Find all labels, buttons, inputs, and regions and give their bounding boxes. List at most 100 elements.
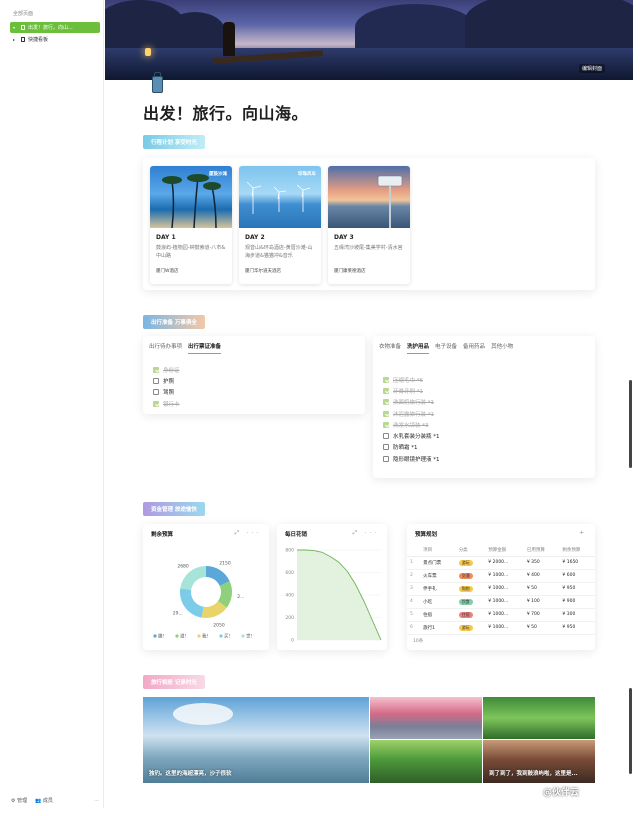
checkbox[interactable] <box>383 387 389 394</box>
checklist-item[interactable]: 洗发水袋装 *3 <box>373 419 595 430</box>
column-header: 分类 <box>455 544 486 557</box>
table-cell: 游玩 <box>455 621 486 635</box>
donut-slice[interactable] <box>180 566 206 590</box>
widget-actions-icon[interactable]: ⤢ ··· <box>235 530 261 538</box>
checkbox[interactable] <box>383 444 389 451</box>
checklist-item[interactable]: 沐浴露旅行装 *1 <box>373 408 595 419</box>
table-row[interactable]: 1 景点门票 游玩 ¥ 2000... ¥ 350 ¥ 1650 <box>407 556 595 570</box>
prep-card-right: 衣物准备 洗护用品 电子设备 备用药品 其他小物 压缩毛巾 *6 牙膏牙刷 *1… <box>373 336 595 478</box>
photo-garden[interactable] <box>483 697 595 739</box>
table-cell: ¥ 2000... <box>485 556 524 570</box>
donut-slice[interactable] <box>206 566 230 586</box>
checklist-item[interactable]: 隐形眼镜护理液 *1 <box>373 453 595 464</box>
scrollbar[interactable] <box>629 380 632 468</box>
app-window: 全部页面 ▾ 出发！旅行。向山... ▸ 快捷看板 ⚙ 管理 👥 成员 ··· <box>0 0 640 816</box>
donut-slice[interactable] <box>180 588 204 618</box>
legend-marker <box>241 634 245 638</box>
column-header: 预算金额 <box>485 544 524 557</box>
tab-todo[interactable]: 出行待办事项 <box>149 342 182 354</box>
widget-actions-icon[interactable]: ⤢ ··· <box>353 530 379 538</box>
table-row[interactable]: 5 住宿 住宿 ¥ 1000... ¥ 700 ¥ 300 <box>407 608 595 622</box>
sidebar-item-travel-page[interactable]: ▾ 出发！旅行。向山... <box>10 22 100 33</box>
photo-village[interactable] <box>370 740 482 783</box>
y-tick-label: 600 <box>285 570 294 576</box>
members-button[interactable]: 👥 成员 <box>35 797 53 804</box>
page-title: 出发！旅行。向山海。 <box>143 104 309 123</box>
y-tick-label: 400 <box>285 593 294 599</box>
table-cell: ¥ 350 <box>523 556 560 570</box>
checklist-item[interactable]: 水乳套装分装瓶 *1 <box>373 430 595 441</box>
chevron-right-icon[interactable]: ▸ <box>13 37 18 42</box>
checkbox[interactable] <box>383 433 389 440</box>
table-row[interactable]: 3 伴手礼 购物 ¥ 1000... ¥ 50 ¥ 950 <box>407 582 595 596</box>
checkbox[interactable] <box>383 410 389 417</box>
section-label-budget: 资金管理 旅途愉快 <box>143 502 205 516</box>
y-tick-label: 200 <box>285 615 294 621</box>
edit-cover-button[interactable]: 编辑封面 <box>578 64 605 73</box>
checkbox[interactable] <box>383 399 389 406</box>
day-hotel: 厦门华尔道夫酒店 <box>245 269 281 274</box>
manage-button[interactable]: ⚙ 管理 <box>11 797 27 804</box>
checkbox[interactable] <box>153 400 159 407</box>
day-card-3[interactable]: DAY 3 五缘湾沙坡尾-集美学村-清水宫 厦门康莱德酒店 <box>328 166 410 284</box>
photo-sea[interactable]: 独钓。这里的海超漂亮，沙子很软 <box>143 697 369 783</box>
checkbox[interactable] <box>153 366 159 373</box>
table-cell: 2 <box>407 569 421 583</box>
photo-caption: 到了到了，我到鼓浪屿啦，这里是... <box>489 771 578 777</box>
legend-label: 膳! <box>158 633 164 640</box>
slice-label: 29... <box>173 611 183 617</box>
column-header: 剩余预算 <box>559 544 595 557</box>
table-cell: 购物 <box>455 582 486 596</box>
section-label-itinerary: 行程计划 享受时光 <box>143 135 205 149</box>
tab-clothes[interactable]: 衣物准备 <box>379 342 401 354</box>
checklist-item[interactable]: 洗面奶旅行装 *1 <box>373 397 595 408</box>
checklist-item[interactable]: 压缩毛巾 *6 <box>373 374 595 385</box>
scrollbar[interactable] <box>629 688 632 774</box>
sidebar-header: 全部页面 <box>13 11 34 17</box>
legend-label: 道! <box>180 633 186 640</box>
checklist-item[interactable]: 驾照 <box>143 387 365 398</box>
tab-toiletries[interactable]: 洗护用品 <box>407 342 430 354</box>
main-content: 编辑封面 出发！旅行。向山海。 行程计划 享受时光 厦鼓沙滩 DAY 1 鼓浪屿… <box>105 0 633 808</box>
add-button[interactable]: + <box>579 530 587 538</box>
table-cell: ¥ 1650 <box>559 556 595 570</box>
table-cell: 旅行1 <box>420 621 456 635</box>
checklist-item[interactable]: 牙膏牙刷 *1 <box>373 385 595 396</box>
checkbox[interactable] <box>383 455 389 462</box>
table-row[interactable]: 4 小吃 饮食 ¥ 1000... ¥ 100 ¥ 900 <box>407 595 595 609</box>
slice-label: 2680 <box>177 564 189 570</box>
legend-marker <box>219 634 223 638</box>
photo-building[interactable]: 到了到了，我到鼓浪屿啦，这里是... <box>483 740 595 783</box>
checklist-item[interactable]: 身份证 <box>143 364 365 375</box>
day-card-2[interactable]: 珍珠风车 DAY 2 观音山&环岛酒店-黄厝沙滩-山海步道&猫猫冲&音乐 厦门华… <box>239 166 321 284</box>
checklist-item[interactable]: 护照 <box>143 375 365 386</box>
sidebar-item-dashboard[interactable]: ▸ 快捷看板 <box>10 34 100 45</box>
table-cell: ¥ 1000... <box>485 608 524 622</box>
table-row[interactable]: 2 火车票 交通 ¥ 1000... ¥ 400 ¥ 600 <box>407 569 595 583</box>
tab-misc[interactable]: 其他小物 <box>491 342 513 354</box>
checklist-item[interactable]: 银行卡 <box>143 398 365 409</box>
chevron-down-icon[interactable]: ▾ <box>13 25 18 30</box>
checklist-item[interactable]: 防晒霜 *1 <box>373 442 595 453</box>
checkbox[interactable] <box>153 389 159 396</box>
legend-label: 世! <box>246 633 252 640</box>
table-row[interactable]: 6 旅行1 游玩 ¥ 1000... ¥ 50 ¥ 950 <box>407 621 595 635</box>
table-cell: 6 <box>407 621 421 635</box>
tab-electronics[interactable]: 电子设备 <box>435 342 457 354</box>
category-badge: 交通 <box>458 572 473 579</box>
table-cell: 火车票 <box>420 569 456 583</box>
checkbox[interactable] <box>153 377 159 384</box>
day-card-1[interactable]: 厦鼓沙滩 DAY 1 鼓浪屿-植物园-钟鼓索道-八市&中山路 厦门W酒店 <box>150 166 232 284</box>
more-icon[interactable]: ··· <box>94 798 99 804</box>
photo-street[interactable] <box>370 697 482 739</box>
photo-caption: 独钓。这里的海超漂亮，沙子很软 <box>149 771 232 777</box>
table-cell: ¥ 950 <box>559 582 595 596</box>
tab-documents[interactable]: 出行票证准备 <box>188 342 222 354</box>
table-cell: ¥ 100 <box>523 595 560 609</box>
checkbox[interactable] <box>383 421 389 428</box>
checkbox[interactable] <box>383 376 389 383</box>
lantern-icon <box>145 48 151 56</box>
widget-title: 每日花销 <box>285 532 308 538</box>
tab-medicine[interactable]: 备用药品 <box>463 342 485 354</box>
table-cell: 住宿 <box>420 608 456 622</box>
